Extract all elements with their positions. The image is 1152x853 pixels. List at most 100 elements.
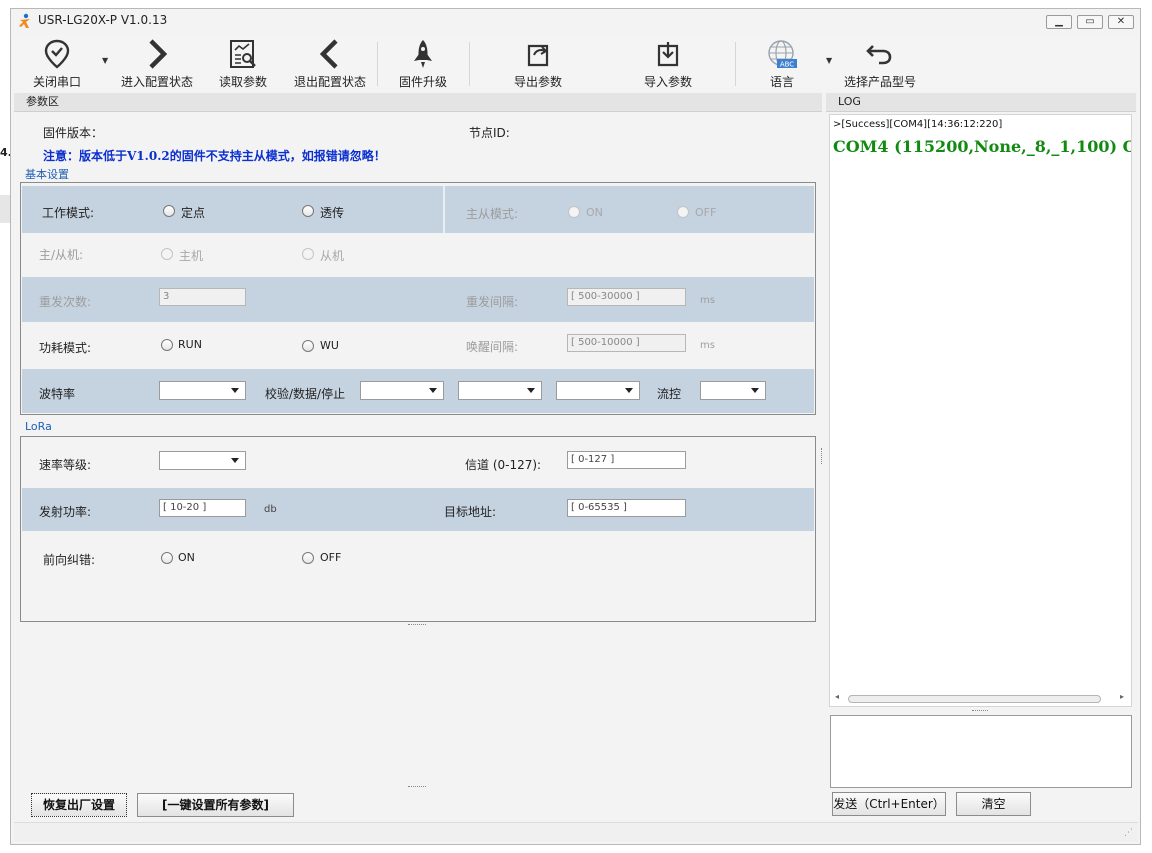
- enter-config-button[interactable]: 进入配置状态: [116, 38, 198, 90]
- scroll-left-icon[interactable]: ◂: [835, 692, 839, 701]
- log-output: >[Success][COM4][14:36:12:220] COM4 (115…: [829, 114, 1132, 707]
- channel-field[interactable]: [ 0-127 ]: [567, 451, 686, 469]
- firmware-upgrade-button[interactable]: 固件升级: [392, 38, 454, 90]
- parity-select[interactable]: [360, 381, 444, 400]
- resend-interval-unit: ms: [700, 295, 715, 306]
- master-radio[interactable]: [161, 248, 173, 260]
- channel-label: 信道 (0-127):: [465, 458, 542, 472]
- basic-settings-title: 基本设置: [25, 168, 69, 181]
- maximize-button[interactable]: ▭: [1077, 15, 1103, 29]
- params-header: 参数区: [14, 93, 822, 112]
- set-all-params-button[interactable]: [一键设置所有参数]: [137, 793, 294, 817]
- work-mode-label: 工作模式:: [42, 206, 95, 220]
- tx-power-unit: db: [264, 504, 277, 515]
- power-wu-label: WU: [320, 339, 339, 352]
- exit-config-button[interactable]: 退出配置状态: [288, 38, 372, 90]
- send-button[interactable]: 发送（Ctrl+Enter）: [832, 792, 946, 816]
- ms-off-label: OFF: [695, 206, 717, 219]
- export-params-label: 导出参数: [513, 75, 562, 89]
- firmware-version-label: 固件版本：: [43, 126, 104, 140]
- language-label: 语言: [769, 75, 794, 89]
- enter-config-label: 进入配置状态: [120, 75, 193, 89]
- language-button[interactable]: ABC 语言: [752, 38, 812, 90]
- read-params-button[interactable]: 读取参数: [212, 38, 274, 90]
- fec-label: 前向纠错:: [43, 553, 96, 567]
- tx-power-field[interactable]: [ 10-20 ]: [159, 499, 246, 517]
- parity-label: 校验/数据/停止: [265, 387, 346, 401]
- minimize-button[interactable]: ▁: [1046, 15, 1072, 29]
- fec-off-radio[interactable]: [302, 552, 314, 564]
- export-params-button[interactable]: 导出参数: [506, 38, 570, 90]
- baud-select[interactable]: [159, 381, 246, 400]
- resend-interval-field[interactable]: [ 500-30000 ]: [567, 288, 686, 306]
- clear-button[interactable]: 清空: [956, 792, 1031, 816]
- wake-interval-unit: ms: [700, 340, 715, 351]
- chevron-down-icon[interactable]: ▼: [826, 56, 832, 65]
- notice-text: 注意：版本低于V1.0.2的固件不支持主从模式，如报错请忽略！: [43, 149, 386, 163]
- window-title: USR-LG20X-P V1.0.13: [38, 13, 168, 27]
- work-mode-transparent-radio[interactable]: [302, 205, 314, 217]
- splitter-grip[interactable]: [408, 786, 426, 788]
- scroll-right-icon[interactable]: ▸: [1120, 692, 1124, 701]
- app-logo-icon: [19, 13, 30, 28]
- work-mode-fixed-radio[interactable]: [163, 205, 175, 217]
- splitter-grip[interactable]: [972, 710, 988, 712]
- close-port-button[interactable]: 关闭串口: [20, 38, 94, 90]
- baud-label: 波特率: [39, 387, 76, 401]
- ms-on-radio[interactable]: [568, 206, 580, 218]
- flow-control-label: 流控: [657, 387, 682, 401]
- dropdown-arrow-icon: [429, 388, 437, 393]
- wake-interval-field[interactable]: [ 500-10000 ]: [567, 334, 686, 352]
- slave-radio[interactable]: [302, 248, 314, 260]
- tx-power-label: 发射功率:: [39, 505, 92, 519]
- lora-title: LoRa: [25, 420, 52, 433]
- master-slave-mode-label: 主从模式:: [466, 207, 519, 221]
- stop-bits-select[interactable]: [556, 381, 640, 400]
- import-params-button[interactable]: 导入参数: [636, 38, 700, 90]
- power-mode-label: 功耗模式:: [39, 341, 92, 355]
- power-run-label: RUN: [178, 338, 202, 351]
- resend-interval-label: 重发间隔:: [466, 295, 519, 309]
- dropdown-arrow-icon: [625, 388, 633, 393]
- close-port-label: 关闭串口: [32, 75, 81, 89]
- toolbar-separator: [469, 42, 470, 86]
- send-input[interactable]: [830, 715, 1132, 788]
- toolbar-separator: [735, 42, 736, 86]
- dropdown-arrow-icon: [231, 458, 239, 463]
- dropdown-arrow-icon: [527, 388, 535, 393]
- splitter-grip[interactable]: [408, 624, 426, 626]
- data-bits-select[interactable]: [458, 381, 542, 400]
- rocket-icon: [414, 40, 432, 68]
- factory-reset-button[interactable]: 恢复出厂设置: [31, 793, 127, 817]
- select-model-button[interactable]: 选择产品型号: [838, 38, 922, 90]
- power-run-radio[interactable]: [161, 339, 173, 351]
- import-params-label: 导入参数: [643, 75, 692, 89]
- document-search-icon: [230, 40, 256, 68]
- node-id-label: 节点ID:: [469, 126, 510, 140]
- ms-on-label: ON: [586, 206, 603, 219]
- dropdown-arrow-icon: [231, 388, 239, 393]
- fec-on-radio[interactable]: [161, 552, 173, 564]
- close-window-button[interactable]: ✕: [1108, 15, 1134, 29]
- log-line-open: COM4 (115200,None,_8,_1,100) Open: [833, 137, 1131, 156]
- target-address-label: 目标地址:: [444, 505, 497, 519]
- flow-control-select[interactable]: [700, 381, 766, 400]
- ms-off-radio[interactable]: [677, 206, 689, 218]
- work-mode-transparent-label: 透传: [320, 206, 345, 220]
- rate-level-select[interactable]: [159, 451, 246, 470]
- toolbar-separator: [377, 42, 378, 86]
- log-horizontal-scrollbar[interactable]: ◂ ▸: [832, 691, 1130, 705]
- language-badge: ABC: [780, 61, 794, 69]
- power-wu-radio[interactable]: [302, 340, 314, 352]
- row-divider: [443, 186, 445, 233]
- scrollbar-thumb[interactable]: [848, 695, 1101, 703]
- undo-arrow-icon: [866, 45, 892, 65]
- chevron-right-icon: [149, 39, 168, 69]
- chevron-down-icon[interactable]: ▼: [102, 56, 108, 65]
- resize-grip-icon[interactable]: ⋰: [1124, 828, 1133, 838]
- vertical-splitter-grip[interactable]: [821, 448, 823, 464]
- resend-count-field[interactable]: 3: [159, 288, 246, 306]
- select-model-label: 选择产品型号: [843, 75, 916, 89]
- firmware-upgrade-label: 固件升级: [398, 75, 447, 89]
- target-address-field[interactable]: [ 0-65535 ]: [567, 499, 686, 517]
